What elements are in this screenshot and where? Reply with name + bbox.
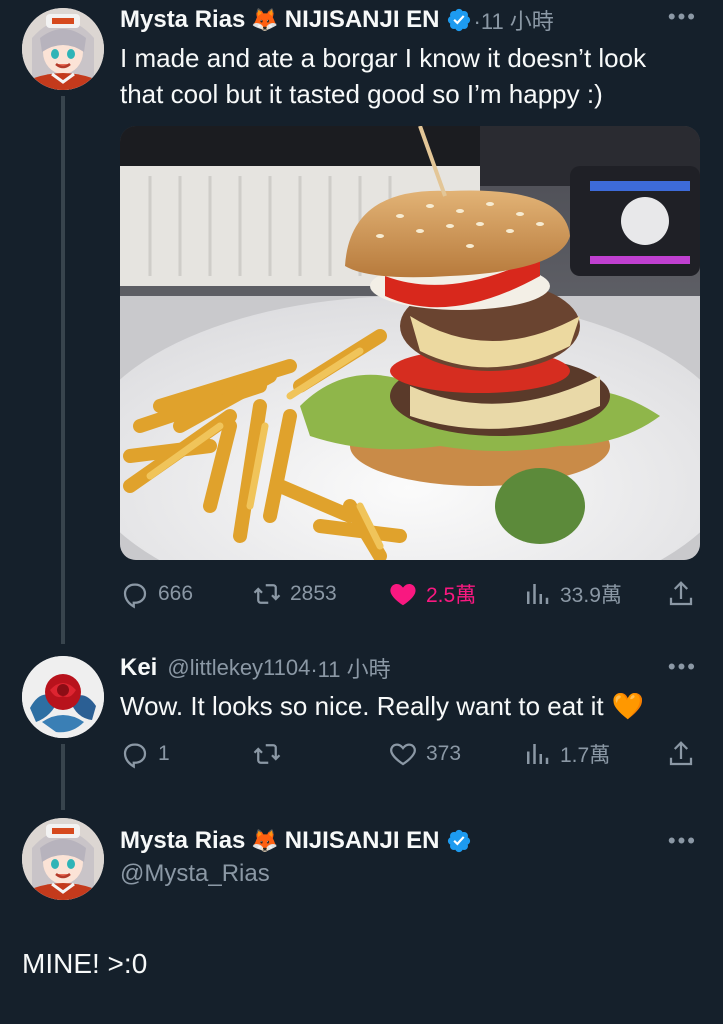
reply-time[interactable]: ·11 小時	[310, 652, 390, 684]
author-org[interactable]: NIJISANJI EN	[285, 6, 440, 34]
reply-like-count: 373	[426, 742, 462, 765]
main-tweet-text: MINE! >:0	[22, 948, 148, 979]
views-icon	[527, 584, 549, 604]
tweet-media-photo[interactable]	[120, 126, 700, 560]
compose-author-name[interactable]: Mysta Rias	[120, 827, 245, 855]
more-icon[interactable]: •••	[668, 4, 697, 30]
avatar-kei[interactable]	[22, 656, 104, 738]
like-count: 2.5萬	[426, 584, 477, 607]
tweet1-actions: 666 2853 2.5萬 33.9萬	[120, 574, 700, 614]
like-button[interactable]: 2.5萬	[388, 574, 476, 614]
thread-connector-1	[61, 96, 65, 644]
reply-icon	[123, 743, 147, 769]
thread-connector-2	[61, 744, 65, 810]
reply-icon	[123, 583, 147, 609]
heart-icon	[390, 743, 416, 766]
tweet-text-line2: that cool but it tasted good so I’m happ…	[120, 79, 603, 109]
author-name[interactable]: Mysta Rias	[120, 6, 245, 34]
reply-views-count: 1.7萬	[560, 744, 611, 767]
retweet-icon	[253, 744, 281, 764]
share-button[interactable]	[666, 574, 704, 614]
reply-reply-count: 1	[158, 742, 170, 765]
verified-icon	[447, 8, 470, 32]
heart-icon	[390, 584, 416, 606]
share-icon	[669, 581, 693, 606]
reply-retweet-button[interactable]	[252, 734, 290, 774]
compose-handle[interactable]: @Mysta_Rias	[120, 860, 270, 888]
reply-share-button[interactable]	[666, 734, 704, 774]
avatar-mysta-2[interactable]	[22, 818, 104, 900]
retweet-icon	[253, 584, 281, 604]
fox-emoji: 🦊	[251, 7, 279, 32]
reply-handle[interactable]: @littlekey1104	[167, 655, 310, 681]
reply-author-name[interactable]: Kei	[120, 654, 157, 682]
reply-views-button[interactable]: 1.7萬	[522, 734, 610, 774]
reply-reply-button[interactable]: 1	[120, 734, 170, 774]
views-icon	[527, 744, 549, 764]
retweet-count: 2853	[290, 582, 337, 605]
share-icon	[669, 741, 693, 766]
compose-more-icon[interactable]: •••	[668, 828, 697, 854]
tweet-time[interactable]: ·11 小時	[474, 4, 554, 36]
orange-heart-emoji: 🧡	[611, 691, 645, 721]
tweet-text-line1: I made and ate a borgar I know it doesn’…	[120, 43, 647, 73]
avatar-mysta[interactable]	[22, 8, 104, 90]
reply-more-icon[interactable]: •••	[668, 654, 697, 680]
reply-like-button[interactable]: 373	[388, 734, 461, 774]
verified-icon	[447, 829, 470, 853]
reply-button[interactable]: 666	[120, 574, 193, 614]
reply-actions: 1 373 1.7萬	[120, 734, 700, 774]
views-count: 33.9萬	[560, 584, 622, 607]
retweet-button[interactable]: 2853	[252, 574, 337, 614]
reply-count: 666	[158, 582, 194, 605]
reply-text: Wow. It looks so nice. Really want to ea…	[120, 691, 604, 721]
views-button[interactable]: 33.9萬	[522, 574, 622, 614]
fox-emoji: 🦊	[251, 828, 279, 853]
compose-author-org[interactable]: NIJISANJI EN	[285, 827, 440, 855]
